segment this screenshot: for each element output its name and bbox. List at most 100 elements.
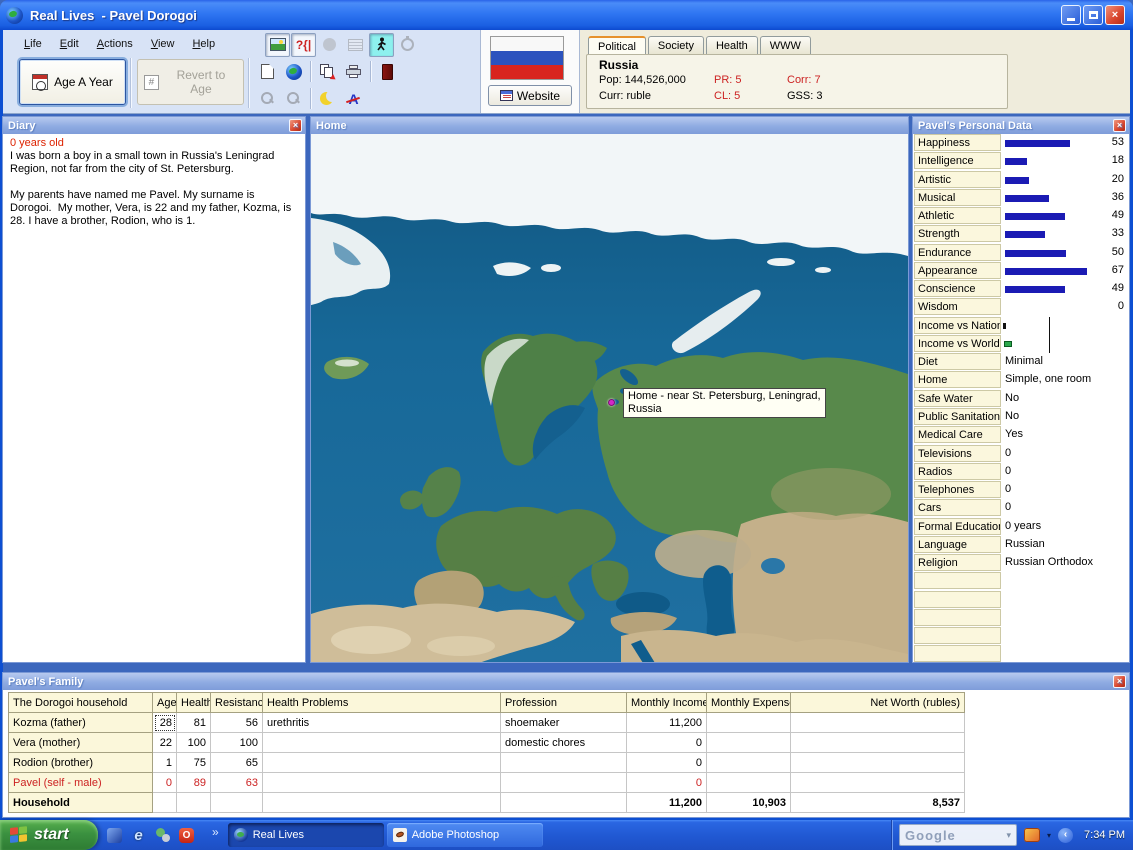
quicklaunch-opera-button[interactable]: O — [178, 827, 195, 844]
quicklaunch-messenger-button[interactable] — [106, 827, 123, 844]
family-row-pavel[interactable]: Pavel (self - male) 0 89 63 0 — [9, 773, 965, 793]
personal-data-title: Pavel's Personal Data — [918, 120, 1032, 132]
tray-dropdown-icon[interactable]: ▾ — [1047, 831, 1051, 840]
close-button[interactable]: × — [1105, 5, 1125, 25]
personal-data-close-button[interactable]: × — [1113, 119, 1126, 132]
menu-view[interactable]: View — [142, 35, 184, 53]
col-monthly-expenses: Monthly Expenses — [707, 693, 791, 713]
income-vs-nation-row: Income vs Nation — [913, 317, 1129, 335]
member-expenses — [707, 753, 791, 773]
website-button[interactable]: Website — [488, 85, 572, 106]
world-button[interactable] — [281, 60, 306, 84]
export-button[interactable] — [315, 60, 340, 84]
calendar-clock-icon — [32, 74, 48, 90]
family-row-kozma[interactable]: Kozma (father) 28 81 56 urethritis shoem… — [9, 713, 965, 733]
google-logo: Google — [905, 828, 956, 843]
family-table[interactable]: The Dorogoi household Age Health Resista… — [8, 692, 965, 813]
country-pr: PR: 5 — [714, 74, 742, 86]
file-toolbar — [255, 59, 400, 84]
font-button[interactable]: A — [341, 87, 366, 111]
tab-political[interactable]: Political — [588, 36, 646, 55]
tab-www[interactable]: WWW — [760, 36, 811, 54]
world-map[interactable]: Home - near St. Petersburg, Leningrad, R… — [311, 134, 908, 662]
family-row-household[interactable]: Household 11,200 10,903 8,537 — [9, 793, 965, 813]
home-location-marker[interactable] — [608, 399, 615, 406]
family-close-button[interactable]: × — [1113, 675, 1126, 688]
stat-label: Wisdom — [914, 298, 1001, 315]
info-label: Language — [914, 536, 1001, 553]
info-row: Medical CareYes — [913, 426, 1129, 444]
hide-tray-icons-button[interactable]: ‹ — [1058, 828, 1073, 843]
menu-actions[interactable]: Actions — [88, 35, 142, 53]
exit-button[interactable] — [375, 60, 400, 84]
walking-person-icon — [375, 37, 389, 53]
tooltip-line-2: Russia — [628, 403, 821, 416]
close-icon: × — [1117, 677, 1122, 686]
system-tray: Google ▾ ▾ ‹ 7:34 PM — [892, 820, 1133, 850]
quicklaunch-overflow-chevron[interactable]: » — [212, 825, 219, 839]
stat-label: Income vs World — [914, 335, 1001, 352]
family-row-vera[interactable]: Vera (mother) 22 100 100 domestic chores… — [9, 733, 965, 753]
family-titlebar[interactable]: Pavel's Family × — [3, 673, 1129, 690]
help-text-button[interactable]: ?{| — [291, 33, 316, 57]
info-label: Public Sanitation — [914, 408, 1001, 425]
record-button — [317, 33, 342, 57]
age-a-year-button[interactable]: Age A Year — [19, 59, 126, 105]
stat-value: 49 — [1112, 209, 1124, 221]
menu-life[interactable]: Life — [15, 35, 51, 53]
info-label: Religion — [914, 554, 1001, 571]
exit-door-icon — [382, 64, 393, 80]
quicklaunch-ie-button[interactable]: e — [130, 827, 147, 844]
night-mode-button[interactable] — [315, 87, 340, 111]
task-adobe-photoshop[interactable]: Adobe Photoshop — [387, 823, 543, 847]
col-net-worth: Net Worth (rubles) — [791, 693, 965, 713]
member-age[interactable]: 28 — [153, 713, 177, 733]
google-dropdown-icon[interactable]: ▾ — [1006, 830, 1011, 841]
diary-close-button[interactable]: × — [289, 119, 302, 132]
personal-data-titlebar[interactable]: Pavel's Personal Data × — [913, 117, 1129, 134]
member-profession — [501, 773, 627, 793]
question-brace-icon: ?{| — [296, 38, 311, 52]
stat-value: 49 — [1112, 282, 1124, 294]
google-deskbar-input[interactable]: Google ▾ — [899, 824, 1017, 846]
member-health — [177, 793, 211, 813]
task-real-lives[interactable]: Real Lives — [228, 823, 384, 847]
stat-row: Artistic20 — [913, 171, 1129, 189]
home-titlebar[interactable]: Home — [311, 117, 908, 134]
member-resistance: 100 — [211, 733, 263, 753]
picture-view-button[interactable] — [265, 33, 290, 57]
country-info-zone: Political Society Health WWW Russia Pop:… — [580, 30, 1130, 113]
quicklaunch-media-button[interactable] — [154, 827, 171, 844]
start-button[interactable]: start — [0, 820, 98, 850]
walk-person-button[interactable] — [369, 33, 394, 57]
family-row-rodion[interactable]: Rodion (brother) 1 75 65 0 — [9, 753, 965, 773]
diary-titlebar[interactable]: Diary × — [3, 117, 305, 134]
maximize-button[interactable] — [1083, 5, 1103, 25]
member-networth — [791, 773, 965, 793]
report-button — [343, 33, 368, 57]
menu-edit[interactable]: Edit — [51, 35, 88, 53]
new-file-button[interactable] — [255, 60, 280, 84]
col-monthly-income: Monthly Income — [627, 693, 707, 713]
tab-health[interactable]: Health — [706, 36, 758, 54]
country-info-box: Russia Pop: 144,526,000 PR: 5 Corr: 7 Cu… — [586, 54, 1008, 109]
window-titlebar[interactable]: Real Lives - Pavel Dorogoi × — [0, 0, 1133, 30]
messenger-icon — [107, 828, 122, 843]
stat-label: Strength — [914, 225, 1001, 242]
country-population: Pop: 144,526,000 — [599, 74, 686, 86]
print-button[interactable] — [341, 60, 366, 84]
menu-help[interactable]: Help — [183, 35, 224, 53]
diary-text[interactable]: 0 years old I was born a boy in a small … — [3, 134, 305, 662]
minimize-button[interactable] — [1061, 5, 1081, 25]
stat-value: 20 — [1112, 173, 1124, 185]
member-networth — [791, 733, 965, 753]
printer-icon — [346, 65, 362, 78]
internet-explorer-icon: e — [134, 827, 142, 844]
windows-flag-icon — [10, 826, 28, 844]
col-health: Health — [177, 693, 211, 713]
tab-society[interactable]: Society — [648, 36, 704, 54]
stat-value: 0 — [1118, 300, 1124, 312]
country-gss: GSS: 3 — [787, 90, 822, 102]
tray-app-icon[interactable] — [1024, 828, 1040, 842]
close-icon: × — [1117, 121, 1122, 130]
